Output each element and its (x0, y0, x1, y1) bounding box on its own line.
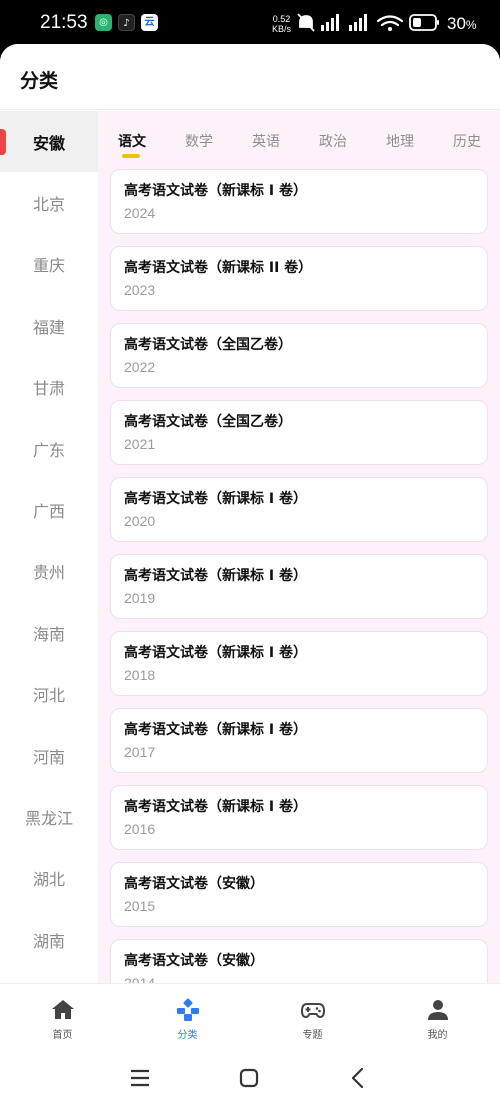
battery-percent: 30% (447, 14, 477, 33)
paper-title: 高考语文试卷（全国乙卷） (124, 414, 292, 430)
paper-year: 2018 (124, 667, 156, 683)
paper-title: 高考语文试卷（新课标 I 卷） (124, 722, 307, 738)
paper-year: 2016 (124, 821, 156, 837)
paper-content: 语文 数学 英语 政治 地理 历史 高考语文试卷（新课标 I 卷） 2024 高考… (98, 111, 500, 983)
paper-year: 2022 (124, 359, 156, 375)
list-item[interactable]: 高考语文试卷（新课标 I 卷） 2018 (110, 631, 488, 696)
paper-list: 高考语文试卷（新课标 I 卷） 2024 高考语文试卷（新课标 II 卷） 2023… (110, 169, 488, 983)
paper-title: 高考语文试卷（新课标 II 卷） (124, 260, 313, 276)
paper-title: 高考语文试卷（新课标 I 卷） (124, 491, 307, 507)
paper-year: 2023 (124, 282, 156, 298)
sidebar-item-chongqing[interactable]: 重庆 (0, 234, 98, 295)
mute-icon (297, 13, 315, 32)
network-speed: 0.52 KB/s (272, 14, 292, 34)
menu-icon[interactable] (127, 1065, 153, 1091)
paper-title: 高考语文试卷（安徽） (124, 876, 264, 892)
paper-title: 高考语文试卷（新课标 I 卷） (124, 645, 307, 661)
list-item[interactable]: 高考语文试卷（新课标 I 卷） 2020 (110, 477, 488, 542)
paper-year: 2014 (124, 975, 156, 983)
bottom-nav: 首页 分类 专题 我的 (0, 983, 500, 1045)
list-item[interactable]: 高考语文试卷（全国乙卷） 2022 (110, 323, 488, 388)
category-icon (176, 998, 199, 1021)
nav-home[interactable]: 首页 (0, 984, 125, 1046)
status-icons (297, 13, 439, 32)
tab-chinese[interactable]: 语文 (118, 131, 146, 151)
blue-app-icon: 云 (141, 14, 158, 31)
sidebar-item-anhui[interactable]: 安徽 (0, 111, 98, 173)
status-time: 21:53 (40, 12, 88, 33)
list-item[interactable]: 高考语文试卷（新课标 I 卷） 2016 (110, 785, 488, 850)
sidebar-item-gansu[interactable]: 甘肃 (0, 357, 98, 418)
green-app-icon: ◎ (95, 14, 112, 31)
sidebar-item-hubei[interactable]: 湖北 (0, 848, 98, 909)
header: 分类 (0, 44, 500, 110)
sidebar-item-guangdong[interactable]: 广东 (0, 418, 98, 479)
status-bar: 21:53 ◎ ♪ 云 0.52 KB/s 30% (0, 0, 500, 44)
system-navigation-bar (0, 1045, 500, 1111)
list-item[interactable]: 高考语文试卷（新课标 I 卷） 2017 (110, 708, 488, 773)
paper-title: 高考语文试卷（新课标 I 卷） (124, 799, 307, 815)
back-icon[interactable] (345, 1065, 371, 1091)
tab-history[interactable]: 历史 (453, 131, 481, 151)
home-icon (51, 1000, 74, 1019)
paper-year: 2019 (124, 590, 156, 606)
sidebar-item-hunan[interactable]: 湖南 (0, 909, 98, 970)
list-item[interactable]: 高考语文试卷（新课标 I 卷） 2024 (110, 169, 488, 234)
nav-category[interactable]: 分类 (125, 984, 250, 1046)
active-tab-indicator (122, 154, 140, 158)
province-sidebar: 安徽 北京 重庆 福建 甘肃 广东 广西 贵州 海南 河北 河南 黑龙江 湖北 … (0, 111, 98, 983)
paper-title: 高考语文试卷（新课标 I 卷） (124, 183, 307, 199)
sidebar-item-beijing[interactable]: 北京 (0, 172, 98, 233)
tab-english[interactable]: 英语 (252, 131, 280, 151)
tiktok-icon: ♪ (118, 14, 135, 31)
paper-year: 2015 (124, 898, 156, 914)
paper-title: 高考语文试卷（安徽） (124, 953, 264, 969)
paper-title: 高考语文试卷（全国乙卷） (124, 337, 292, 353)
sidebar-item-guangxi[interactable]: 广西 (0, 479, 98, 540)
list-item[interactable]: 高考语文试卷（安徽） 2014 (110, 939, 488, 983)
gamepad-icon (300, 1003, 325, 1019)
page-title: 分类 (20, 70, 59, 92)
sidebar-item-henan[interactable]: 河南 (0, 725, 98, 786)
tab-geography[interactable]: 地理 (386, 131, 414, 151)
tab-politics[interactable]: 政治 (319, 131, 347, 151)
paper-title: 高考语文试卷（新课标 I 卷） (124, 568, 307, 584)
nav-profile[interactable]: 我的 (375, 984, 500, 1046)
app-window: 分类 安徽 北京 重庆 福建 甘肃 广东 广西 贵州 海南 河北 河南 黑龙江 … (0, 44, 500, 1111)
wifi-icon (376, 15, 404, 31)
sidebar-item-heilongjiang[interactable]: 黑龙江 (0, 786, 98, 847)
sidebar-item-fujian[interactable]: 福建 (0, 295, 98, 356)
paper-year: 2017 (124, 744, 156, 760)
signal-icon (321, 14, 339, 31)
signal-icon-2 (349, 14, 367, 31)
sidebar-item-hebei[interactable]: 河北 (0, 664, 98, 725)
sidebar-item-guizhou[interactable]: 贵州 (0, 541, 98, 602)
paper-year: 2021 (124, 436, 156, 452)
paper-year: 2024 (124, 205, 156, 221)
battery-icon (409, 14, 439, 31)
paper-year: 2020 (124, 513, 156, 529)
list-item[interactable]: 高考语文试卷（新课标 I 卷） 2019 (110, 554, 488, 619)
nav-topics[interactable]: 专题 (250, 984, 375, 1046)
subject-tabs: 语文 数学 英语 政治 地理 历史 (98, 111, 500, 163)
list-item[interactable]: 高考语文试卷（新课标 II 卷） 2023 (110, 246, 488, 311)
home-button-icon[interactable] (236, 1065, 262, 1091)
list-item[interactable]: 高考语文试卷（全国乙卷） 2021 (110, 400, 488, 465)
sidebar-item-hainan[interactable]: 海南 (0, 602, 98, 663)
list-item[interactable]: 高考语文试卷（安徽） 2015 (110, 862, 488, 927)
user-icon (427, 1000, 448, 1020)
tab-math[interactable]: 数学 (185, 131, 213, 151)
